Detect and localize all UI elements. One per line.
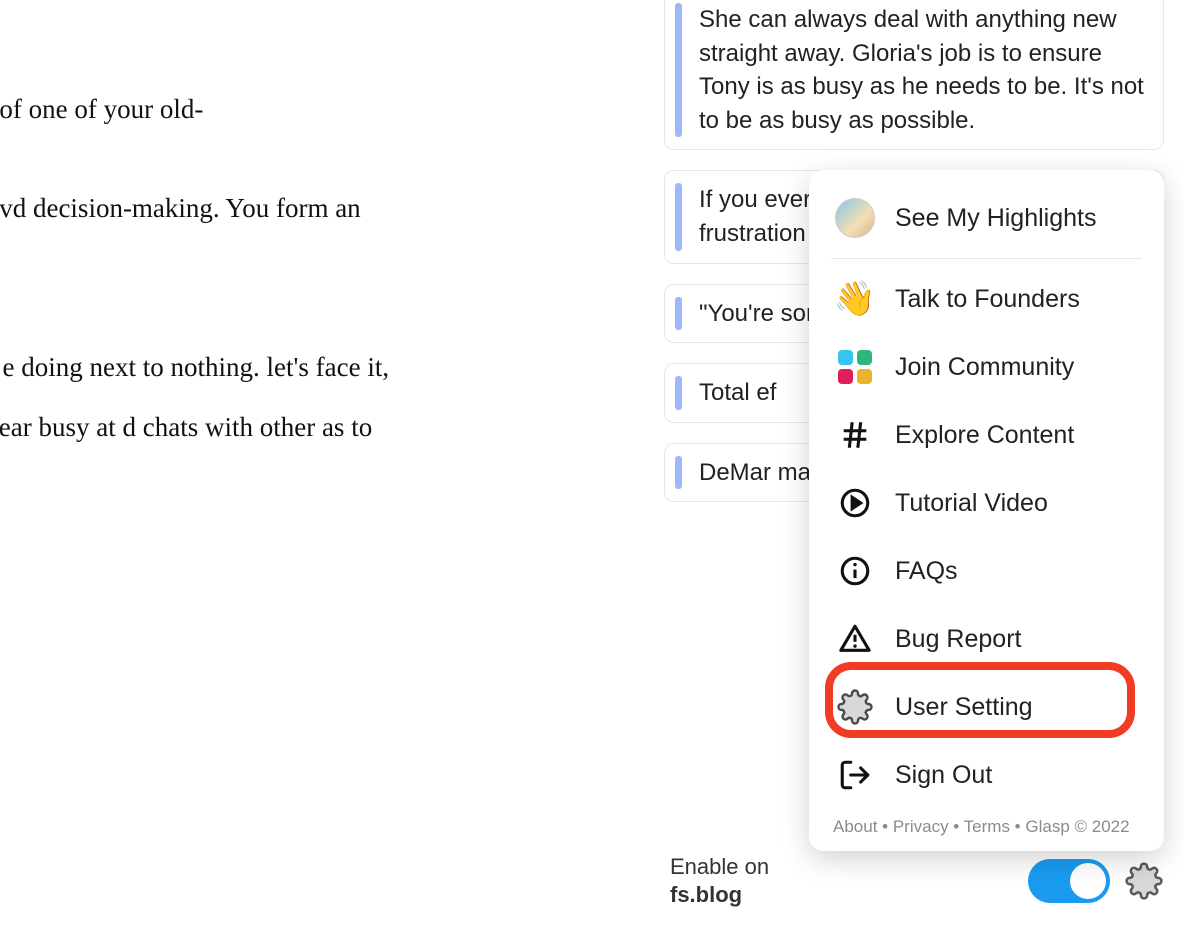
- highlight-card[interactable]: She can always deal with anything new st…: [664, 0, 1164, 150]
- play-circle-icon: [835, 483, 875, 523]
- menu-item-talk-founders[interactable]: 👋 Talk to Founders: [809, 265, 1164, 333]
- menu-item-label: See My Highlights: [895, 204, 1096, 233]
- menu-divider: [831, 258, 1142, 259]
- article-paragraph: prised to find it's far from a e doing n…: [0, 338, 390, 516]
- menu-footer: About • Privacy • Terms • Glasp © 2022: [809, 809, 1164, 841]
- menu-item-tutorial-video[interactable]: Tutorial Video: [809, 469, 1164, 537]
- menu-item-label: Talk to Founders: [895, 285, 1080, 314]
- enable-toggle[interactable]: [1028, 859, 1110, 903]
- menu-item-label: Explore Content: [895, 421, 1074, 450]
- article-paragraph: vation should be enough to vd decision-m…: [0, 179, 390, 298]
- article-body: ined access to a time office of one of y…: [0, 80, 390, 556]
- footer-link-about[interactable]: About: [833, 817, 877, 836]
- enable-site-bar: Enable on fs.blog: [670, 853, 1164, 910]
- gear-icon: [1125, 862, 1163, 900]
- menu-item-explore-content[interactable]: Explore Content: [809, 401, 1164, 469]
- gear-icon: [835, 687, 875, 727]
- wave-icon: 👋: [835, 279, 875, 319]
- slack-icon: [835, 347, 875, 387]
- menu-item-highlights[interactable]: See My Highlights: [809, 184, 1164, 252]
- info-circle-icon: [835, 551, 875, 591]
- menu-item-sign-out[interactable]: Sign Out: [809, 741, 1164, 809]
- sign-out-icon: [835, 755, 875, 795]
- menu-item-label: Tutorial Video: [895, 489, 1048, 518]
- enable-domain: fs.blog: [670, 881, 769, 910]
- menu-item-join-community[interactable]: Join Community: [809, 333, 1164, 401]
- menu-item-user-setting[interactable]: User Setting: [809, 673, 1164, 741]
- hashtag-icon: [835, 415, 875, 455]
- menu-item-label: Join Community: [895, 353, 1074, 382]
- highlight-text: She can always deal with anything new st…: [685, 3, 1147, 137]
- menu-item-label: FAQs: [895, 557, 958, 586]
- account-menu-popup: See My Highlights 👋 Talk to Founders Joi…: [809, 170, 1164, 851]
- enable-label: Enable on: [670, 853, 769, 882]
- menu-item-label: User Setting: [895, 693, 1033, 722]
- avatar: [835, 198, 875, 238]
- footer-copyright: Glasp © 2022: [1025, 817, 1129, 836]
- article-paragraph: ined access to a time office of one of y…: [0, 80, 390, 139]
- menu-item-faqs[interactable]: FAQs: [809, 537, 1164, 605]
- footer-link-terms[interactable]: Terms: [964, 817, 1010, 836]
- enable-site-text: Enable on fs.blog: [670, 853, 769, 910]
- menu-item-label: Sign Out: [895, 761, 992, 790]
- warning-triangle-icon: [835, 619, 875, 659]
- menu-item-label: Bug Report: [895, 625, 1021, 654]
- menu-item-bug-report[interactable]: Bug Report: [809, 605, 1164, 673]
- settings-gear-button[interactable]: [1124, 861, 1164, 901]
- footer-link-privacy[interactable]: Privacy: [893, 817, 949, 836]
